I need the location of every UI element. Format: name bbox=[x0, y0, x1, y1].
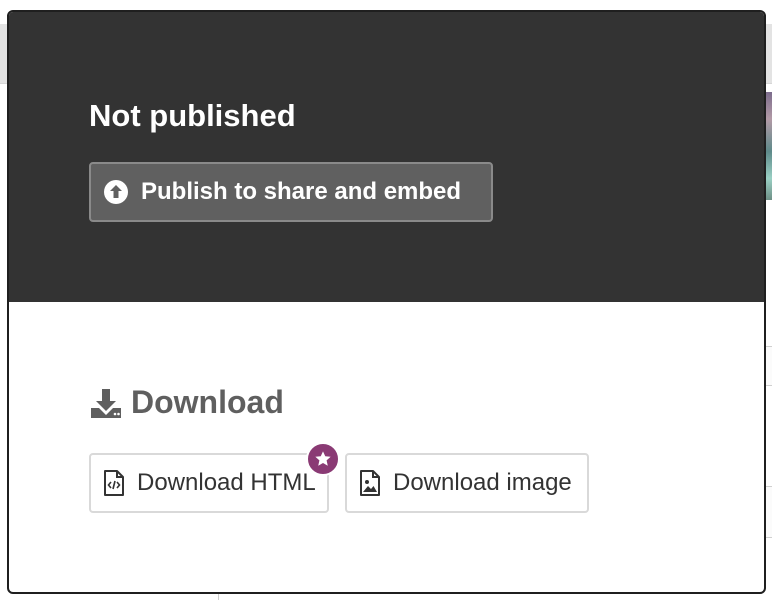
download-heading: Download bbox=[89, 384, 284, 421]
download-html-button[interactable]: Download HTML bbox=[89, 453, 329, 513]
share-modal: Not published Publish to share and embed… bbox=[7, 10, 766, 594]
file-image-icon bbox=[359, 469, 381, 497]
publish-panel: Not published Publish to share and embed bbox=[9, 12, 764, 302]
download-image-label: Download image bbox=[393, 469, 572, 496]
download-html-label: Download HTML bbox=[137, 469, 316, 496]
download-image-button[interactable]: Download image bbox=[345, 453, 589, 513]
background-panel-edge bbox=[765, 486, 772, 538]
star-icon bbox=[315, 451, 331, 466]
upload-circle-icon bbox=[103, 179, 129, 205]
publish-button[interactable]: Publish to share and embed bbox=[89, 162, 493, 222]
download-heading-label: Download bbox=[131, 384, 284, 420]
publish-button-label: Publish to share and embed bbox=[141, 178, 462, 205]
download-icon bbox=[89, 386, 123, 420]
publish-status-title: Not published bbox=[89, 98, 296, 133]
file-code-icon bbox=[103, 469, 125, 497]
background-panel-edge bbox=[765, 346, 772, 386]
premium-star-badge bbox=[306, 442, 340, 476]
